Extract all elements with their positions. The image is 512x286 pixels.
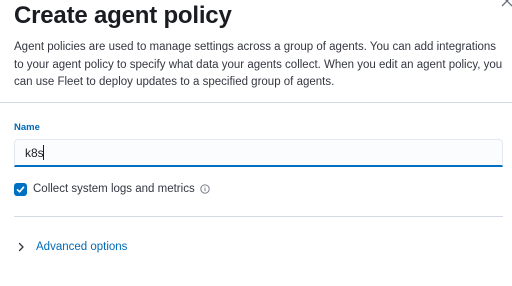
section-divider bbox=[14, 216, 503, 217]
flyout-title: Create agent policy bbox=[14, 2, 232, 29]
advanced-options-label[interactable]: Advanced options bbox=[36, 241, 127, 253]
name-input[interactable] bbox=[14, 139, 503, 167]
flyout-description: Agent policies are used to manage settin… bbox=[14, 41, 503, 88]
collect-system-logs-checkbox[interactable] bbox=[14, 182, 27, 196]
chevron-right-icon bbox=[14, 240, 28, 254]
create-agent-policy-flyout: Create agent policy Agent policies are u… bbox=[0, 0, 512, 286]
close-icon[interactable] bbox=[500, 0, 512, 8]
collect-system-logs-label[interactable]: Collect system logs and metrics bbox=[33, 183, 195, 195]
advanced-options-toggle[interactable]: Advanced options bbox=[14, 240, 127, 254]
name-field-label: Name bbox=[14, 122, 40, 133]
info-icon[interactable] bbox=[200, 184, 210, 194]
text-cursor bbox=[43, 145, 44, 160]
checkmark-icon bbox=[16, 185, 25, 193]
flyout-header: Create agent policy Agent policies are u… bbox=[0, 0, 512, 103]
collect-system-logs-option[interactable]: Collect system logs and metrics bbox=[14, 181, 210, 197]
